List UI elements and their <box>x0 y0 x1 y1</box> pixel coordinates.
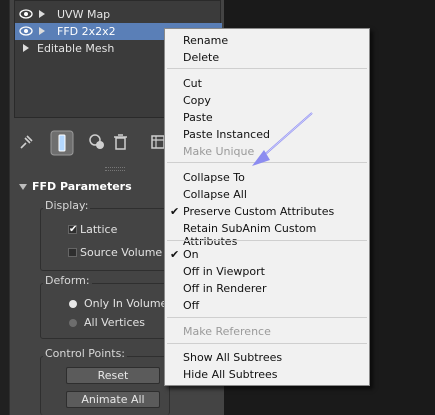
menu-item-off-in-renderer[interactable]: Off in Renderer <box>183 282 266 295</box>
menu-separator <box>167 68 367 69</box>
menu-item-make-reference: Make Reference <box>183 325 271 338</box>
menu-item-paste-instanced[interactable]: Paste Instanced <box>183 128 270 141</box>
lattice-label: Lattice <box>80 223 118 236</box>
animate-all-button[interactable]: Animate All <box>66 391 160 408</box>
menu-item-show-all-subtrees[interactable]: Show All Subtrees <box>183 351 282 364</box>
menu-item-collapse-to[interactable]: Collapse To <box>183 171 245 184</box>
collapse-triangle-icon[interactable] <box>19 184 27 190</box>
checkmark-icon: ✔ <box>170 205 180 218</box>
stack-item-uvw-map[interactable]: UVW Map <box>15 6 222 23</box>
control-points-group-title: Control Points: <box>43 347 128 360</box>
stack-item-label: Editable Mesh <box>37 42 115 55</box>
menu-item-make-unique: Make Unique <box>183 145 255 158</box>
only-in-volume-radio[interactable] <box>69 300 77 308</box>
all-vertices-label: All Vertices <box>84 316 146 329</box>
eye-icon[interactable] <box>19 9 33 19</box>
make-unique-icon[interactable] <box>87 132 107 152</box>
remove-modifier-icon[interactable] <box>110 132 130 152</box>
only-in-volume-label: Only In Volume <box>84 297 168 310</box>
checkmark-icon: ✔ <box>69 224 78 235</box>
context-menu: Rename Delete Cut Copy Paste Paste Insta… <box>164 28 370 386</box>
rollout-title: FFD Parameters <box>32 180 132 193</box>
all-vertices-radio[interactable] <box>69 319 77 327</box>
menu-separator <box>167 317 367 318</box>
menu-item-hide-all-subtrees[interactable]: Hide All Subtrees <box>183 368 278 381</box>
source-volume-label: Source Volume <box>80 246 163 259</box>
eye-icon[interactable] <box>19 26 33 36</box>
menu-item-delete[interactable]: Delete <box>183 51 219 64</box>
display-group <box>40 208 170 271</box>
stack-item-label: UVW Map <box>57 8 111 21</box>
menu-separator <box>167 240 367 241</box>
pin-stack-icon[interactable] <box>16 132 36 152</box>
reset-button[interactable]: Reset <box>66 367 160 384</box>
menu-item-copy[interactable]: Copy <box>183 94 211 107</box>
menu-item-cut[interactable]: Cut <box>183 77 202 90</box>
deform-group <box>40 283 170 339</box>
menu-item-on[interactable]: On <box>183 248 199 261</box>
deform-group-title: Deform: <box>43 274 92 287</box>
left-edge-strip <box>0 0 10 415</box>
menu-item-retain-subanim[interactable]: Retain SubAnim Custom Attributes <box>183 222 369 248</box>
menu-item-off[interactable]: Off <box>183 299 199 312</box>
menu-item-off-in-viewport[interactable]: Off in Viewport <box>183 265 265 278</box>
show-end-result-icon[interactable] <box>50 130 74 156</box>
menu-item-rename[interactable]: Rename <box>183 34 228 47</box>
menu-item-preserve-custom-attributes[interactable]: Preserve Custom Attributes <box>183 205 334 218</box>
checkmark-icon: ✔ <box>170 248 180 261</box>
expand-arrow-icon[interactable] <box>39 27 45 35</box>
expand-arrow-icon[interactable] <box>39 10 45 18</box>
menu-separator <box>167 162 367 163</box>
display-group-title: Display: <box>43 199 91 212</box>
menu-separator <box>167 343 367 344</box>
menu-item-collapse-all[interactable]: Collapse All <box>183 188 247 201</box>
source-volume-checkbox[interactable] <box>68 248 77 257</box>
panel-drag-handle[interactable] <box>105 167 125 171</box>
stack-item-label: FFD 2x2x2 <box>57 25 116 38</box>
expand-arrow-icon[interactable] <box>23 44 29 52</box>
menu-item-paste[interactable]: Paste <box>183 111 213 124</box>
